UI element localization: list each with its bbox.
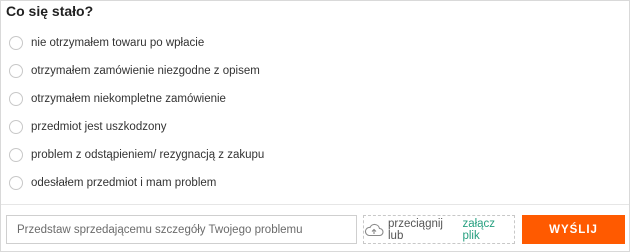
radio-button[interactable] — [9, 148, 23, 162]
radio-button[interactable] — [9, 36, 23, 50]
option-damaged[interactable]: przedmiot jest uszkodzony — [9, 113, 264, 141]
problem-form: Co się stało? nie otrzymałem towaru po w… — [0, 0, 630, 252]
form-title: Co się stało? — [6, 3, 94, 19]
problem-options: nie otrzymałem towaru po wpłacie otrzyma… — [9, 29, 264, 197]
option-withdrawal-problem[interactable]: problem z odstąpieniem/ rezygnacją z zak… — [9, 141, 264, 169]
dropzone-text: przeciągnij lub — [388, 217, 443, 242]
radio-button[interactable] — [9, 64, 23, 78]
problem-description-input[interactable] — [6, 215, 357, 244]
option-label: otrzymałem niekompletne zamówienie — [31, 93, 226, 105]
option-label: odesłałem przedmiot i mam problem — [31, 177, 217, 189]
file-dropzone[interactable]: przeciągnij lub załącz plik — [363, 215, 515, 244]
option-label: nie otrzymałem towaru po wpłacie — [31, 37, 205, 49]
option-label: przedmiot jest uszkodzony — [31, 121, 167, 133]
radio-button[interactable] — [9, 120, 23, 134]
option-label: otrzymałem zamówienie niezgodne z opisem — [31, 65, 260, 77]
attach-file-link[interactable]: załącz plik — [462, 218, 514, 242]
option-returned-item[interactable]: odesłałem przedmiot i mam problem — [9, 169, 264, 197]
radio-button[interactable] — [9, 176, 23, 190]
option-incomplete[interactable]: otrzymałem niekompletne zamówienie — [9, 85, 264, 113]
option-not-received[interactable]: nie otrzymałem towaru po wpłacie — [9, 29, 264, 57]
radio-button[interactable] — [9, 92, 23, 106]
cloud-upload-icon — [364, 223, 384, 237]
send-button[interactable]: WYŚLIJ — [522, 215, 625, 244]
option-label: problem z odstąpieniem/ rezygnacją z zak… — [31, 149, 265, 161]
divider — [1, 204, 629, 205]
option-not-as-described[interactable]: otrzymałem zamówienie niezgodne z opisem — [9, 57, 264, 85]
